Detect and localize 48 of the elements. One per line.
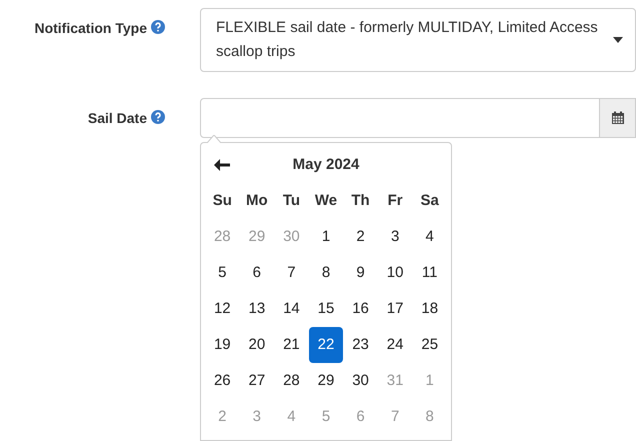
calendar-day[interactable]: 24	[378, 327, 412, 363]
calendar-day[interactable]: 7	[274, 255, 309, 291]
calendar-day[interactable]: 18	[412, 291, 447, 327]
calendar-day[interactable]: 20	[240, 327, 274, 363]
calendar-day[interactable]: 9	[343, 255, 378, 291]
calendar-day[interactable]: 12	[205, 291, 240, 327]
weekday-label: Th	[350, 190, 371, 211]
calendar-day[interactable]: 17	[378, 291, 412, 327]
help-icon[interactable]	[151, 20, 165, 34]
weekday-label: Tu	[282, 190, 302, 211]
calendar-day[interactable]: 28	[274, 363, 309, 399]
notification-type-select[interactable]: FLEXIBLE sail date - formerly MULTIDAY, Limited Access scallop trips	[200, 8, 636, 72]
calendar-day[interactable]: 27	[240, 363, 274, 399]
calendar-day[interactable]: 30	[343, 363, 378, 399]
calendar-day[interactable]: 8	[308, 255, 344, 291]
calendar-day[interactable]: 26	[205, 363, 240, 399]
field-label: Notification Type	[34, 20, 147, 36]
calendar-day[interactable]: 21	[274, 327, 309, 363]
calendar-day[interactable]: 4	[412, 219, 447, 255]
calendar-day[interactable]: 5	[205, 255, 240, 291]
calendar-day[interactable]: 13	[240, 291, 274, 327]
help-icon[interactable]	[151, 110, 165, 124]
calendar-day[interactable]: 2	[343, 219, 378, 255]
month-title[interactable]: May 2024	[240, 147, 412, 183]
calendar-icon	[610, 111, 624, 125]
weekday-label: Fr	[386, 190, 404, 211]
calendar-day[interactable]: 22	[308, 327, 344, 363]
calendar-day[interactable]: 25	[412, 327, 447, 363]
left-arrow-icon	[214, 159, 230, 171]
caret-icon	[613, 37, 623, 43]
calendar-day[interactable]: 19	[205, 327, 240, 363]
calendar-day[interactable]: 11	[412, 255, 447, 291]
calendar-day[interactable]: 23	[343, 327, 378, 363]
calendar-day[interactable]: 1	[308, 219, 344, 255]
sail-date-field[interactable]	[200, 98, 600, 138]
calendar-day[interactable]: 14	[274, 291, 309, 327]
calendar-day[interactable]: 3	[378, 219, 412, 255]
calendar-day[interactable]: 6	[240, 255, 274, 291]
calendar-day[interactable]: 29	[308, 363, 344, 399]
weekday-label: We	[314, 190, 338, 211]
field-label: Sail Date	[88, 110, 147, 126]
calendar-day[interactable]: 16	[343, 291, 378, 327]
weekday-label: Sa	[420, 190, 440, 211]
calendar-day[interactable]: 15	[308, 291, 344, 327]
calendar-day[interactable]: 10	[378, 255, 412, 291]
calendar-button[interactable]	[600, 98, 636, 138]
weekday-label: Mo	[245, 190, 269, 211]
weekday-label: Su	[212, 190, 233, 211]
